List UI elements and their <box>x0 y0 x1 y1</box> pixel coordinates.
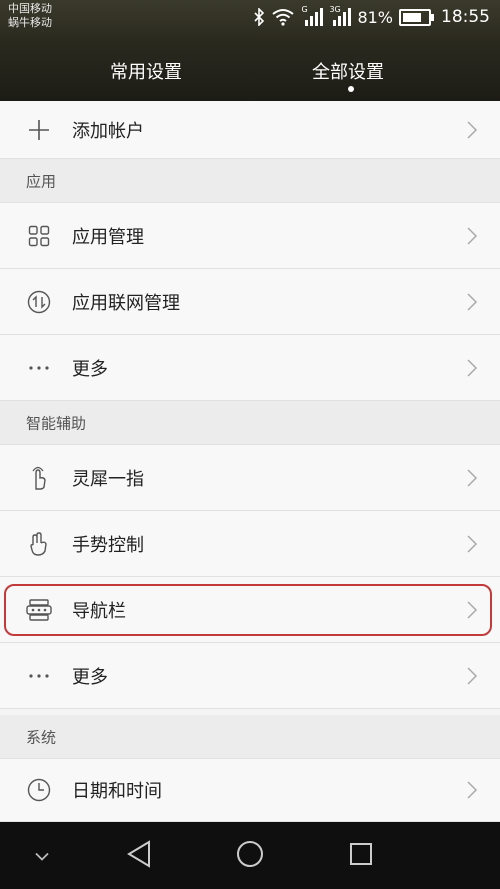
chevron-right-icon <box>466 666 478 686</box>
gesture-control-label: 手势控制 <box>72 534 144 556</box>
navigation-bar-label: 导航栏 <box>72 600 126 622</box>
back-icon[interactable] <box>126 839 152 872</box>
app-network-label: 应用联网管理 <box>72 292 180 314</box>
settings-tabs: 常用设置 全部设置 <box>0 48 500 96</box>
clock-time: 18:55 <box>441 7 490 27</box>
chevron-right-icon <box>466 780 478 800</box>
date-time-label: 日期和时间 <box>72 781 162 802</box>
clock-icon <box>26 777 52 803</box>
add-account-label: 添加帐户 <box>72 120 144 142</box>
more-assist-label: 更多 <box>72 666 108 688</box>
wifi-icon <box>271 8 295 26</box>
knuckle-icon <box>26 465 52 491</box>
list-item-app-network[interactable]: 应用联网管理 <box>0 269 500 335</box>
app-management-label: 应用管理 <box>72 226 144 248</box>
grid-icon <box>26 223 52 249</box>
section-title-smart-assist: 智能辅助 <box>26 414 87 432</box>
dots-icon <box>26 663 52 689</box>
list-item-add-account[interactable]: 添加帐户 <box>0 101 500 159</box>
more-apps-label: 更多 <box>72 358 108 380</box>
gesture-hand-icon <box>26 531 52 557</box>
section-title-apps: 应用 <box>26 172 57 190</box>
settings-list: 添加帐户 应用 应用管理 应用联网管理 更多 智能辅助 灵犀一指 手势控制 导航… <box>0 101 500 822</box>
battery-percent: 81% <box>357 7 393 27</box>
section-header-apps: 应用 <box>0 159 500 203</box>
dots-icon <box>26 355 52 381</box>
list-item-more-assist[interactable]: 更多 <box>0 643 500 709</box>
tab-common-settings[interactable]: 常用设置 <box>110 58 182 84</box>
signal-g-icon: G <box>301 5 324 26</box>
chevron-right-icon <box>466 600 478 620</box>
battery-icon <box>399 8 434 26</box>
list-item-knuckle[interactable]: 灵犀一指 <box>0 445 500 511</box>
list-item-more-apps[interactable]: 更多 <box>0 335 500 401</box>
carrier-2: 蜗牛移动 <box>8 16 52 29</box>
list-item-date-time[interactable]: 日期和时间 <box>0 759 500 822</box>
home-icon[interactable] <box>236 840 264 872</box>
recent-apps-icon[interactable] <box>349 842 373 870</box>
carrier-1: 中国移动 <box>8 2 52 15</box>
chevron-right-icon <box>466 120 478 140</box>
network-arrows-icon <box>26 289 52 315</box>
section-header-smart-assist: 智能辅助 <box>0 401 500 445</box>
tab-all-settings[interactable]: 全部设置 <box>312 58 384 84</box>
section-header-system: 系统 <box>0 715 500 759</box>
plus-icon <box>26 117 52 143</box>
chevron-right-icon <box>466 358 478 378</box>
active-tab-indicator <box>348 86 354 92</box>
status-icons: G 3G 81% 18:55 <box>253 5 490 28</box>
list-item-app-management[interactable]: 应用管理 <box>0 203 500 269</box>
navigation-bar-icon <box>26 597 52 623</box>
carrier-info: 中国移动 蜗牛移动 <box>8 2 52 30</box>
knuckle-label: 灵犀一指 <box>72 468 144 490</box>
chevron-right-icon <box>466 226 478 246</box>
system-navigation-bar <box>0 822 500 889</box>
chevron-right-icon <box>466 534 478 554</box>
signal-3g-icon: 3G <box>329 5 352 26</box>
header: 中国移动 蜗牛移动 G 3G 81% 18:55 常用设置 全部设置 <box>0 0 500 101</box>
chevron-right-icon <box>466 468 478 488</box>
section-title-system: 系统 <box>26 728 57 746</box>
bluetooth-icon <box>253 8 265 26</box>
list-item-navigation-bar[interactable]: 导航栏 <box>0 577 500 643</box>
list-item-gesture-control[interactable]: 手势控制 <box>0 511 500 577</box>
settings-screen: 中国移动 蜗牛移动 G 3G 81% 18:55 常用设置 全部设置 添加帐户 … <box>0 0 500 889</box>
chevron-right-icon <box>466 292 478 312</box>
chevron-down-icon[interactable] <box>34 846 50 865</box>
